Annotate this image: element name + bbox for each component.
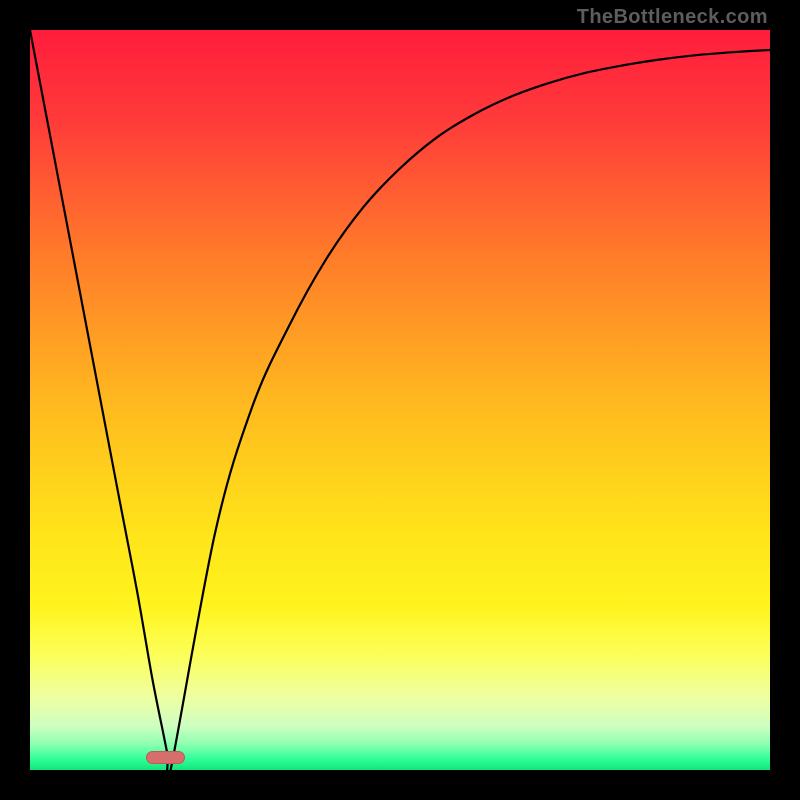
bottleneck-curve bbox=[30, 30, 770, 770]
min-marker-pill bbox=[146, 751, 184, 764]
chart-frame: TheBottleneck.com bbox=[0, 0, 800, 800]
attribution-watermark: TheBottleneck.com bbox=[577, 6, 768, 29]
plot-area bbox=[30, 30, 770, 770]
curve-layer bbox=[30, 30, 770, 770]
